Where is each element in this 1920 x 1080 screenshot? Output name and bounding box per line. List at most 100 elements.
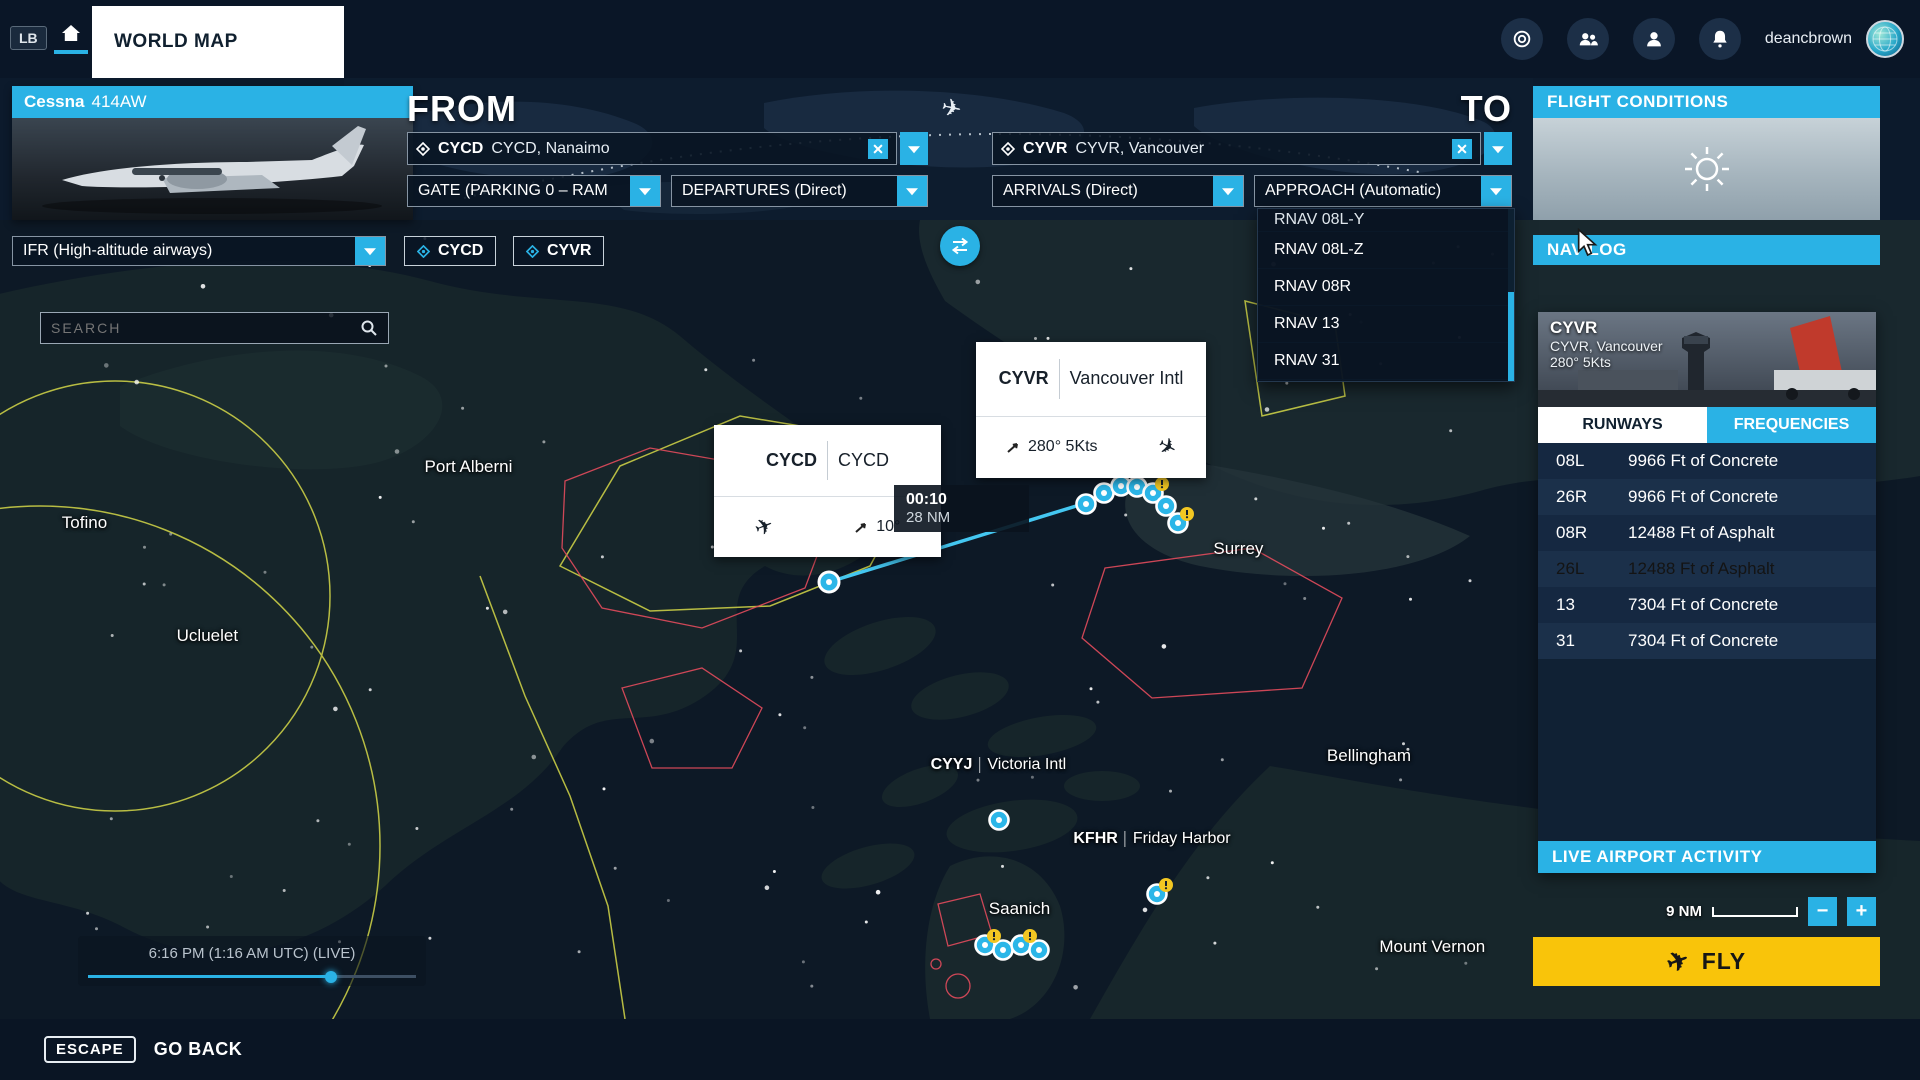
to-airport-field[interactable]: CYVR CYVR, Vancouver bbox=[992, 132, 1481, 165]
approach-option[interactable]: RNAV 13 bbox=[1258, 306, 1508, 343]
airport-code: KFHR bbox=[1073, 830, 1117, 848]
username: deancbrown bbox=[1765, 30, 1852, 48]
runway-id: 26R bbox=[1556, 487, 1628, 507]
runway-surface: 7304 Ft of Concrete bbox=[1628, 631, 1778, 651]
runway-list: 08L 9966 Ft of Concrete 26R 9966 Ft of C… bbox=[1538, 443, 1876, 659]
flight-conditions-body bbox=[1533, 118, 1880, 220]
nav-log-header[interactable]: NAV LOG bbox=[1533, 235, 1880, 265]
to-dropdown-button[interactable] bbox=[1484, 132, 1512, 165]
selected-airport-panel: CYVR CYVR, Vancouver 280° 5Kts RUNWAYS F… bbox=[1538, 312, 1876, 873]
sun-icon bbox=[1681, 143, 1733, 195]
chevron-down-icon bbox=[897, 176, 927, 206]
map-airport-label[interactable]: CYYJ Victoria Intl bbox=[931, 756, 1067, 774]
runway-surface: 7304 Ft of Concrete bbox=[1628, 595, 1778, 615]
cycd-card-name: CYCD bbox=[838, 450, 889, 471]
cyvr-map-card[interactable]: CYVR Vancouver Intl 280° 5Kts ✈ bbox=[976, 342, 1206, 478]
scrollbar-thumb[interactable] bbox=[1508, 292, 1514, 381]
waypoint-chip-label: CYCD bbox=[438, 242, 483, 260]
arrivals-dropdown[interactable]: ARRIVALS (Direct) bbox=[992, 175, 1244, 207]
avatar[interactable] bbox=[1866, 20, 1904, 58]
cyvr-card-name: Vancouver Intl bbox=[1070, 368, 1184, 389]
runway-id: 08L bbox=[1556, 451, 1628, 471]
gate-dropdown[interactable]: GATE (PARKING 0 – RAM bbox=[407, 175, 661, 207]
home-button[interactable] bbox=[52, 22, 90, 68]
time-slider-fill bbox=[88, 975, 331, 978]
time-slider-track[interactable] bbox=[88, 975, 416, 978]
runway-id: 26L bbox=[1556, 559, 1628, 579]
notifications-button[interactable] bbox=[1699, 18, 1741, 60]
scale-label: 9 NM bbox=[1666, 903, 1702, 920]
approach-option-partial[interactable]: RNAV 08L-Y bbox=[1258, 209, 1508, 232]
from-airport-code: CYCD bbox=[438, 140, 483, 158]
arrival-plane-icon: ✈ bbox=[1153, 432, 1181, 464]
approach-option[interactable]: RNAV 08L-Z bbox=[1258, 232, 1508, 269]
go-back-button[interactable]: GO BACK bbox=[154, 1039, 243, 1060]
from-dropdown-button[interactable] bbox=[900, 132, 928, 165]
aircraft-model: 414AW bbox=[91, 92, 146, 112]
chevron-down-icon bbox=[630, 176, 660, 206]
approach-dropdown-value: APPROACH (Automatic) bbox=[1255, 176, 1481, 206]
swap-from-to-button[interactable] bbox=[940, 226, 980, 266]
tab-frequencies[interactable]: FREQUENCIES bbox=[1707, 407, 1876, 443]
cycd-waypoint-marker[interactable] bbox=[819, 572, 839, 592]
map-search[interactable] bbox=[40, 312, 389, 344]
fly-button[interactable]: ✈ FLY bbox=[1533, 937, 1880, 986]
clear-to-button[interactable] bbox=[1452, 139, 1472, 159]
runway-surface: 9966 Ft of Concrete bbox=[1628, 451, 1778, 471]
waypoint-chip-cyvr[interactable]: CYVR bbox=[513, 236, 604, 266]
from-heading: FROM bbox=[407, 88, 517, 130]
list-scrollbar[interactable] bbox=[1508, 209, 1514, 381]
chevron-down-icon bbox=[1213, 176, 1243, 206]
runway-row[interactable]: 26R 9966 Ft of Concrete bbox=[1538, 479, 1876, 515]
runway-row[interactable]: 26L 12488 Ft of Asphalt bbox=[1538, 551, 1876, 587]
map-city-label: Port Alberni bbox=[425, 457, 513, 477]
activity-button[interactable] bbox=[1501, 18, 1543, 60]
to-airport-code: CYVR bbox=[1023, 140, 1067, 158]
time-slider-handle[interactable] bbox=[325, 971, 337, 983]
airport-photo: CYVR CYVR, Vancouver 280° 5Kts bbox=[1538, 312, 1876, 407]
chevron-down-icon bbox=[355, 237, 385, 265]
tab-runways-label: RUNWAYS bbox=[1582, 416, 1662, 434]
map-airport-label[interactable]: KFHR Friday Harbor bbox=[1073, 830, 1230, 848]
search-input[interactable] bbox=[51, 320, 360, 336]
world-map-tab-label: WORLD MAP bbox=[114, 31, 238, 53]
approach-options-list: RNAV 08L-Y RNAV 08L-ZRNAV 08RRNAV 13RNAV… bbox=[1257, 208, 1515, 382]
runway-row[interactable]: 08R 12488 Ft of Asphalt bbox=[1538, 515, 1876, 551]
profile-icon bbox=[1643, 28, 1665, 50]
from-airport-field[interactable]: CYCD CYCD, Nanaimo bbox=[407, 132, 897, 165]
approach-dropdown[interactable]: APPROACH (Automatic) bbox=[1254, 175, 1512, 207]
clear-from-button[interactable] bbox=[868, 139, 888, 159]
cyvr-card-title: CYVR Vancouver Intl bbox=[976, 342, 1206, 417]
arrivals-dropdown-value: ARRIVALS (Direct) bbox=[993, 176, 1213, 206]
waypoint-chip-cycd[interactable]: CYCD bbox=[404, 236, 496, 266]
flight-conditions-header[interactable]: FLIGHT CONDITIONS bbox=[1533, 86, 1880, 118]
live-airport-activity-header[interactable]: LIVE AIRPORT ACTIVITY bbox=[1538, 841, 1876, 873]
departure-plane-icon: ✈ bbox=[750, 512, 777, 543]
runway-row[interactable]: 13 7304 Ft of Concrete bbox=[1538, 587, 1876, 623]
time-slider[interactable]: 6:16 PM (1:16 AM UTC) (LIVE) bbox=[78, 936, 426, 986]
cycd-card-code: CYCD bbox=[766, 450, 817, 471]
waypoint-chip-label: CYVR bbox=[547, 242, 591, 260]
approach-option[interactable]: RNAV 31 bbox=[1258, 343, 1508, 380]
cyvr-card-code: CYVR bbox=[999, 368, 1049, 389]
tab-runways[interactable]: RUNWAYS bbox=[1538, 407, 1707, 443]
approach-option[interactable]: RNAV 08R bbox=[1258, 269, 1508, 306]
wind-icon bbox=[1006, 439, 1022, 455]
profile-button[interactable] bbox=[1633, 18, 1675, 60]
airport-name: Friday Harbor bbox=[1133, 830, 1231, 848]
zoom-out-button[interactable]: − bbox=[1808, 897, 1837, 926]
airport-name: Victoria Intl bbox=[987, 756, 1066, 774]
departures-dropdown[interactable]: DEPARTURES (Direct) bbox=[671, 175, 928, 207]
active-tab-underline bbox=[54, 50, 88, 54]
aircraft-selector-card[interactable]: Cessna 414AW bbox=[12, 86, 413, 220]
runway-id: 08R bbox=[1556, 523, 1628, 543]
runway-row[interactable]: 31 7304 Ft of Concrete bbox=[1538, 623, 1876, 659]
search-icon bbox=[360, 319, 378, 337]
tab-world-map[interactable]: WORLD MAP bbox=[92, 6, 344, 78]
zoom-in-button[interactable]: + bbox=[1847, 897, 1876, 926]
escape-key-badge[interactable]: ESCAPE bbox=[44, 1036, 136, 1063]
runway-row[interactable]: 08L 9966 Ft of Concrete bbox=[1538, 443, 1876, 479]
route-type-dropdown[interactable]: IFR (High-altitude airways) bbox=[12, 236, 386, 266]
panel-airport-wind: 280° 5Kts bbox=[1550, 354, 1663, 370]
friends-button[interactable] bbox=[1567, 18, 1609, 60]
